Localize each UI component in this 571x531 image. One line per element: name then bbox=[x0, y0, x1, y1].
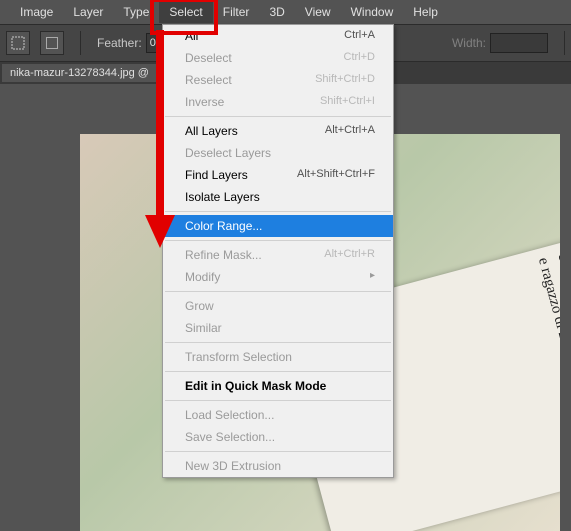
menubar: Image Layer Type Select Filter 3D View W… bbox=[0, 0, 571, 25]
menu-item-similar: Similar bbox=[163, 317, 393, 339]
menu-item-transform-selection: Transform Selection bbox=[163, 346, 393, 368]
menu-item-refine-mask: Refine Mask... Alt+Ctrl+R bbox=[163, 244, 393, 266]
divider bbox=[564, 31, 565, 55]
menu-type[interactable]: Type bbox=[113, 1, 159, 23]
newspaper-subline: e ragazzo di 21 anni bbox=[534, 256, 560, 473]
menu-item-label: Similar bbox=[185, 321, 222, 335]
menu-item-shortcut: Ctrl+D bbox=[344, 51, 375, 65]
menu-item-label: Save Selection... bbox=[185, 430, 275, 444]
menu-item-label: All bbox=[185, 29, 198, 43]
menu-separator bbox=[165, 451, 391, 452]
menu-item-modify: Modify bbox=[163, 266, 393, 288]
menu-item-shortcut: Alt+Ctrl+A bbox=[325, 124, 375, 138]
menu-separator bbox=[165, 291, 391, 292]
menu-item-deselect-layers: Deselect Layers bbox=[163, 142, 393, 164]
menu-item-label: Grow bbox=[185, 299, 214, 313]
menu-separator bbox=[165, 116, 391, 117]
menu-item-label: Edit in Quick Mask Mode bbox=[185, 379, 326, 393]
menu-item-label: Transform Selection bbox=[185, 350, 292, 364]
menu-window[interactable]: Window bbox=[341, 1, 404, 23]
width-group: Width: bbox=[452, 33, 548, 53]
menu-separator bbox=[165, 240, 391, 241]
menu-separator bbox=[165, 211, 391, 212]
selection-mode-icon[interactable] bbox=[40, 31, 64, 55]
menu-item-shortcut: Alt+Ctrl+R bbox=[324, 248, 375, 262]
menu-item-grow: Grow bbox=[163, 295, 393, 317]
menu-3d[interactable]: 3D bbox=[259, 1, 294, 23]
menu-item-shortcut: Shift+Ctrl+D bbox=[315, 73, 375, 87]
menu-help[interactable]: Help bbox=[403, 1, 448, 23]
menu-filter[interactable]: Filter bbox=[213, 1, 260, 23]
menu-item-deselect: Deselect Ctrl+D bbox=[163, 47, 393, 69]
width-input[interactable] bbox=[490, 33, 548, 53]
menu-item-label: Deselect Layers bbox=[185, 146, 271, 160]
divider bbox=[80, 31, 81, 55]
select-dropdown: All Ctrl+A Deselect Ctrl+D Reselect Shif… bbox=[162, 24, 394, 478]
menu-item-load-selection: Load Selection... bbox=[163, 404, 393, 426]
menu-item-shortcut: Alt+Shift+Ctrl+F bbox=[297, 168, 375, 182]
menu-item-new-3d-extrusion: New 3D Extrusion bbox=[163, 455, 393, 477]
width-label: Width: bbox=[452, 36, 486, 50]
menu-view[interactable]: View bbox=[295, 1, 341, 23]
menu-item-label: Reselect bbox=[185, 73, 232, 87]
menu-item-label: Deselect bbox=[185, 51, 232, 65]
menu-select[interactable]: Select bbox=[159, 1, 212, 23]
menu-item-all[interactable]: All Ctrl+A bbox=[163, 25, 393, 47]
menu-separator bbox=[165, 371, 391, 372]
menu-item-label: New 3D Extrusion bbox=[185, 459, 281, 473]
menu-item-label: Find Layers bbox=[185, 168, 248, 182]
menu-layer[interactable]: Layer bbox=[63, 1, 113, 23]
menu-separator bbox=[165, 342, 391, 343]
menu-item-label: Refine Mask... bbox=[185, 248, 262, 262]
menu-item-all-layers[interactable]: All Layers Alt+Ctrl+A bbox=[163, 120, 393, 142]
menu-item-isolate-layers[interactable]: Isolate Layers bbox=[163, 186, 393, 208]
menu-item-label: Isolate Layers bbox=[185, 190, 260, 204]
menu-item-label: Inverse bbox=[185, 95, 224, 109]
menu-item-inverse: Inverse Shift+Ctrl+I bbox=[163, 91, 393, 113]
menu-item-save-selection: Save Selection... bbox=[163, 426, 393, 448]
menu-item-label: Modify bbox=[185, 270, 220, 284]
menu-item-label: Load Selection... bbox=[185, 408, 274, 422]
feather-label: Feather: bbox=[97, 36, 142, 50]
menu-item-shortcut: Ctrl+A bbox=[344, 29, 375, 43]
menu-item-shortcut: Shift+Ctrl+I bbox=[320, 95, 375, 109]
menu-item-quick-mask[interactable]: Edit in Quick Mask Mode bbox=[163, 375, 393, 397]
menu-image[interactable]: Image bbox=[10, 1, 63, 23]
menu-item-find-layers[interactable]: Find Layers Alt+Shift+Ctrl+F bbox=[163, 164, 393, 186]
menu-item-color-range[interactable]: Color Range... bbox=[163, 215, 393, 237]
document-tab[interactable]: nika-mazur-13278344.jpg @ bbox=[2, 64, 158, 82]
menu-separator bbox=[165, 400, 391, 401]
menu-item-label: All Layers bbox=[185, 124, 238, 138]
tool-preset-icon[interactable] bbox=[6, 31, 30, 55]
menu-item-reselect: Reselect Shift+Ctrl+D bbox=[163, 69, 393, 91]
menu-item-label: Color Range... bbox=[185, 219, 262, 233]
